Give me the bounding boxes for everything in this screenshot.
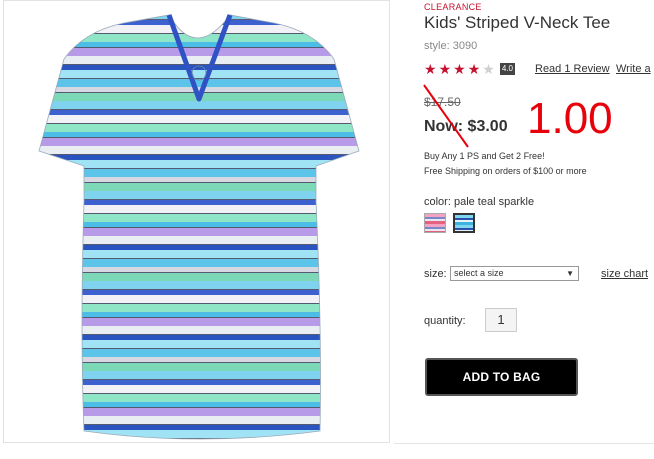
style-number: style: 3090 xyxy=(424,40,478,52)
add-to-bag-button[interactable]: ADD TO BAG xyxy=(425,358,578,396)
handwritten-price: 1.00 xyxy=(527,94,613,143)
star-icon: ★ xyxy=(438,61,452,77)
quantity-field[interactable]: 1 xyxy=(485,308,517,332)
product-image[interactable] xyxy=(3,0,390,443)
star-icon: ★ xyxy=(482,61,495,77)
color-swatch-pale-teal[interactable] xyxy=(453,213,475,233)
read-review-link[interactable]: Read 1 Review xyxy=(535,63,610,75)
product-title: Kids' Striped V-Neck Tee xyxy=(424,13,611,32)
size-chart-link[interactable]: size chart xyxy=(601,268,648,280)
write-review-link[interactable]: Write a xyxy=(616,63,651,75)
shipping-text: Free Shipping on orders of $100 or more xyxy=(424,166,587,176)
tee-illustration xyxy=(38,14,360,440)
sale-price: Now: $3.00 xyxy=(424,118,508,135)
rating-badge: 4.0 xyxy=(499,63,515,75)
size-label: size: xyxy=(424,268,447,280)
star-icon: ★ xyxy=(453,61,466,77)
quantity-label: quantity: xyxy=(424,315,466,327)
star-rating: ★ ★ ★ ★ ★ 4.0 xyxy=(424,61,515,77)
star-icon: ★ xyxy=(424,61,437,77)
clearance-badge: CLEARANCE xyxy=(424,2,482,12)
promo-text: Buy Any 1 PS and Get 2 Free! xyxy=(424,151,545,161)
size-select[interactable]: select a size ▼ xyxy=(450,266,579,281)
star-icon: ★ xyxy=(467,61,481,77)
color-swatch-pink[interactable] xyxy=(424,213,446,233)
caret-down-icon: ▼ xyxy=(566,269,574,278)
color-label: color: pale teal sparkle xyxy=(424,196,535,208)
original-price: $17.50 xyxy=(424,95,461,109)
size-select-value: select a size xyxy=(454,268,504,278)
divider xyxy=(394,443,654,444)
